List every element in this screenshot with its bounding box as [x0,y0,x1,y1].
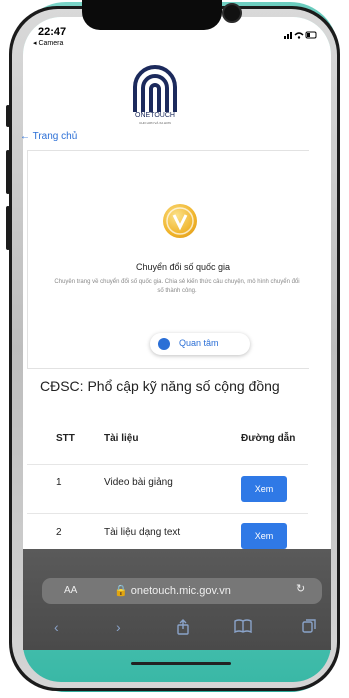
row-divider [27,513,308,514]
card-description: Chuyên trang về chuyển đổi số quốc gia. … [54,279,300,294]
chat-bubble-icon [158,338,170,350]
row-1-stt: 1 [56,477,62,488]
home-link[interactable]: ← Trang chủ [20,131,77,142]
home-indicator[interactable] [131,662,231,665]
col-header-stt: STT [56,433,75,444]
forward-icon[interactable]: › [116,619,121,635]
follow-button[interactable]: Quan tâm [150,333,250,355]
card-title: Chuyển đổi số quốc gia [135,262,231,272]
row-2-document: Tài liệu dạng text [104,527,181,538]
tabs-icon[interactable] [302,619,316,636]
reload-icon[interactable]: ↻ [296,582,305,595]
back-to-camera-link[interactable]: ◂ Camera [33,39,63,47]
row-2-stt: 2 [56,527,62,538]
logo-wordmark: ONETOUCH [135,112,175,119]
row-1-view-button[interactable]: Xem [241,476,287,502]
section-heading: CĐSC: Phổ cập kỹ năng số cộng đồng [40,378,280,394]
status-time: 22:47 [38,26,67,38]
back-icon[interactable]: ‹ [54,619,59,635]
mute-switch [6,105,10,127]
notch [82,0,222,30]
row-1-document: Video bài giảng [104,477,173,488]
url-text[interactable]: 🔒 onetouch.mic.gov.vn [114,584,231,597]
col-header-document: Tài liệu [104,433,139,444]
follow-button-label: Quan tâm [179,338,219,348]
front-camera [222,3,242,23]
col-header-link: Đường dẫn [241,433,296,444]
row-2-view-button[interactable]: Xem [241,523,287,549]
share-icon[interactable] [176,619,190,638]
signal-wifi-battery-icon [284,31,317,39]
topic-emblem-icon [163,204,197,238]
reader-view-button[interactable]: AA [64,585,77,596]
volume-down-button [6,206,10,250]
onetouch-logo-icon [133,65,177,112]
logo-tagline: CHO HƠN VÀ XA HƠN [139,121,171,125]
status-icons [284,30,318,42]
row-divider [27,464,308,465]
bookmarks-icon[interactable] [234,619,252,636]
volume-up-button [6,150,10,194]
